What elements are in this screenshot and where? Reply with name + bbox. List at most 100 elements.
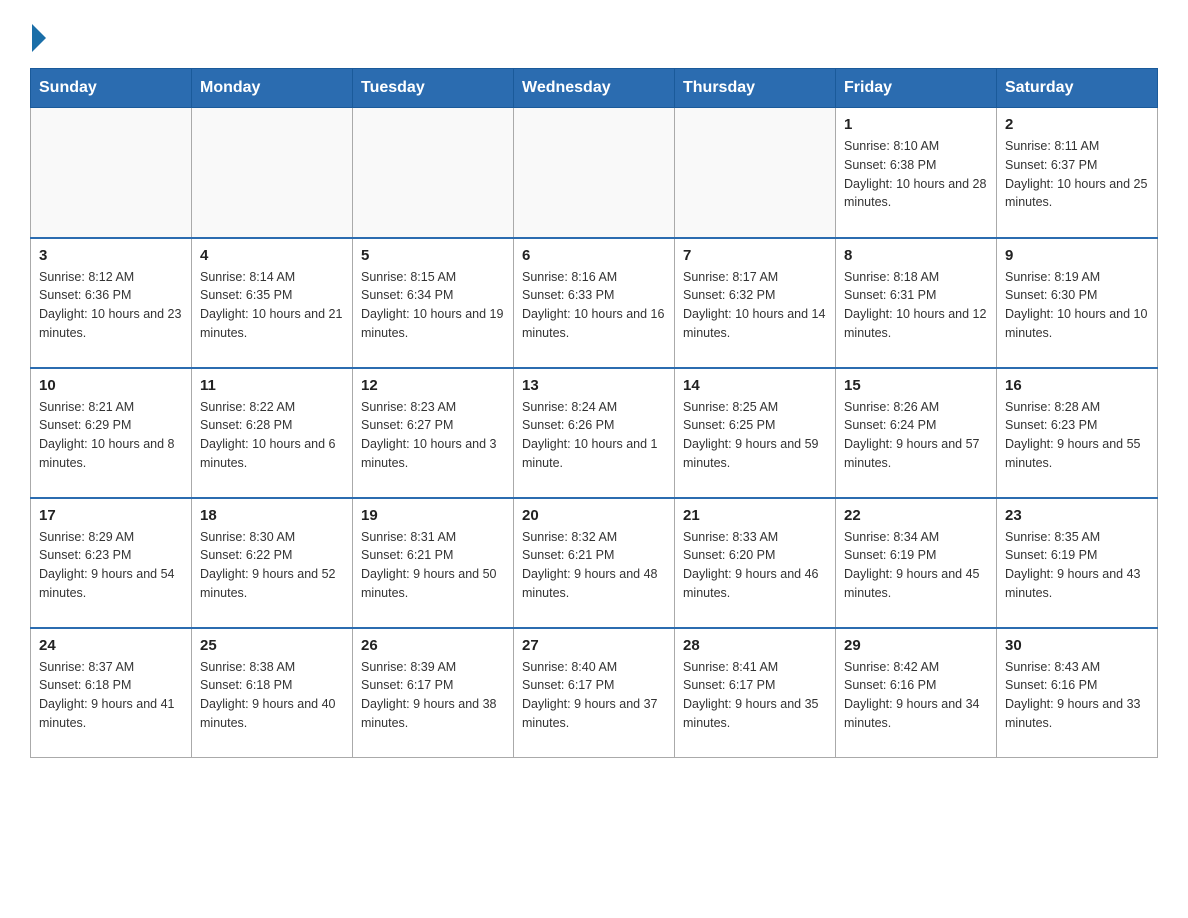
day-info: Sunrise: 8:18 AM Sunset: 6:31 PM Dayligh…	[844, 268, 988, 343]
day-number: 21	[683, 507, 827, 524]
day-info: Sunrise: 8:28 AM Sunset: 6:23 PM Dayligh…	[1005, 398, 1149, 473]
day-info: Sunrise: 8:26 AM Sunset: 6:24 PM Dayligh…	[844, 398, 988, 473]
day-info: Sunrise: 8:39 AM Sunset: 6:17 PM Dayligh…	[361, 658, 505, 733]
day-number: 24	[39, 637, 183, 654]
day-number: 12	[361, 377, 505, 394]
day-info: Sunrise: 8:12 AM Sunset: 6:36 PM Dayligh…	[39, 268, 183, 343]
day-number: 16	[1005, 377, 1149, 394]
calendar-cell	[353, 108, 514, 238]
calendar-cell	[514, 108, 675, 238]
calendar-cell: 27 Sunrise: 8:40 AM Sunset: 6:17 PM Dayli…	[514, 628, 675, 758]
calendar-cell: 9Sunrise: 8:19 AM Sunset: 6:30 PM Daylig…	[997, 238, 1158, 368]
day-info: Sunrise: 8:37 AM Sunset: 6:18 PM Dayligh…	[39, 658, 183, 733]
day-number: 27	[522, 637, 666, 654]
calendar-cell: 19Sunrise: 8:31 AM Sunset: 6:21 PM Dayli…	[353, 498, 514, 628]
calendar-cell: 15 Sunrise: 8:26 AM Sunset: 6:24 PM Dayli…	[836, 368, 997, 498]
column-header-sunday: Sunday	[31, 69, 192, 108]
calendar-cell: 17 Sunrise: 8:29 AM Sunset: 6:23 PM Dayli…	[31, 498, 192, 628]
calendar-week-row: 24 Sunrise: 8:37 AM Sunset: 6:18 PM Dayli…	[31, 628, 1158, 758]
day-number: 17	[39, 507, 183, 524]
day-number: 23	[1005, 507, 1149, 524]
day-info: Sunrise: 8:40 AM Sunset: 6:17 PM Dayligh…	[522, 658, 666, 733]
day-info: Sunrise: 8:35 AM Sunset: 6:19 PM Dayligh…	[1005, 528, 1149, 603]
column-header-wednesday: Wednesday	[514, 69, 675, 108]
day-number: 4	[200, 247, 344, 264]
day-info: Sunrise: 8:25 AM Sunset: 6:25 PM Dayligh…	[683, 398, 827, 473]
calendar-cell: 10 Sunrise: 8:21 AM Sunset: 6:29 PM Dayli…	[31, 368, 192, 498]
column-header-thursday: Thursday	[675, 69, 836, 108]
day-info: Sunrise: 8:22 AM Sunset: 6:28 PM Dayligh…	[200, 398, 344, 473]
calendar-week-row: 17 Sunrise: 8:29 AM Sunset: 6:23 PM Dayli…	[31, 498, 1158, 628]
day-number: 13	[522, 377, 666, 394]
calendar-cell: 20 Sunrise: 8:32 AM Sunset: 6:21 PM Dayli…	[514, 498, 675, 628]
day-info: Sunrise: 8:30 AM Sunset: 6:22 PM Dayligh…	[200, 528, 344, 603]
calendar-week-row: 1 Sunrise: 8:10 AM Sunset: 6:38 PM Daylig…	[31, 108, 1158, 238]
day-number: 8	[844, 247, 988, 264]
day-info: Sunrise: 8:23 AM Sunset: 6:27 PM Dayligh…	[361, 398, 505, 473]
calendar-cell: 13 Sunrise: 8:24 AM Sunset: 6:26 PM Dayli…	[514, 368, 675, 498]
calendar-cell: 2Sunrise: 8:11 AM Sunset: 6:37 PM Daylig…	[997, 108, 1158, 238]
day-info: Sunrise: 8:24 AM Sunset: 6:26 PM Dayligh…	[522, 398, 666, 473]
calendar-cell: 29 Sunrise: 8:42 AM Sunset: 6:16 PM Dayli…	[836, 628, 997, 758]
day-number: 20	[522, 507, 666, 524]
calendar-cell: 24 Sunrise: 8:37 AM Sunset: 6:18 PM Dayli…	[31, 628, 192, 758]
calendar-cell: 21 Sunrise: 8:33 AM Sunset: 6:20 PM Dayli…	[675, 498, 836, 628]
calendar-table: SundayMondayTuesdayWednesdayThursdayFrid…	[30, 68, 1158, 758]
day-info: Sunrise: 8:32 AM Sunset: 6:21 PM Dayligh…	[522, 528, 666, 603]
page-header	[30, 20, 1158, 48]
calendar-cell: 23 Sunrise: 8:35 AM Sunset: 6:19 PM Dayli…	[997, 498, 1158, 628]
calendar-week-row: 10 Sunrise: 8:21 AM Sunset: 6:29 PM Dayli…	[31, 368, 1158, 498]
day-number: 6	[522, 247, 666, 264]
day-info: Sunrise: 8:19 AM Sunset: 6:30 PM Dayligh…	[1005, 268, 1149, 343]
column-header-monday: Monday	[192, 69, 353, 108]
column-header-tuesday: Tuesday	[353, 69, 514, 108]
day-info: Sunrise: 8:14 AM Sunset: 6:35 PM Dayligh…	[200, 268, 344, 343]
day-info: Sunrise: 8:43 AM Sunset: 6:16 PM Dayligh…	[1005, 658, 1149, 733]
day-number: 10	[39, 377, 183, 394]
logo-arrow-icon	[32, 24, 46, 52]
calendar-header-row: SundayMondayTuesdayWednesdayThursdayFrid…	[31, 69, 1158, 108]
calendar-cell: 6 Sunrise: 8:16 AM Sunset: 6:33 PM Daylig…	[514, 238, 675, 368]
calendar-cell: 3 Sunrise: 8:12 AM Sunset: 6:36 PM Daylig…	[31, 238, 192, 368]
calendar-week-row: 3 Sunrise: 8:12 AM Sunset: 6:36 PM Daylig…	[31, 238, 1158, 368]
logo	[30, 20, 46, 48]
calendar-cell: 8 Sunrise: 8:18 AM Sunset: 6:31 PM Daylig…	[836, 238, 997, 368]
calendar-cell: 5 Sunrise: 8:15 AM Sunset: 6:34 PM Daylig…	[353, 238, 514, 368]
calendar-cell: 16 Sunrise: 8:28 AM Sunset: 6:23 PM Dayli…	[997, 368, 1158, 498]
day-number: 26	[361, 637, 505, 654]
day-info: Sunrise: 8:10 AM Sunset: 6:38 PM Dayligh…	[844, 137, 988, 212]
column-header-friday: Friday	[836, 69, 997, 108]
calendar-cell: 4 Sunrise: 8:14 AM Sunset: 6:35 PM Daylig…	[192, 238, 353, 368]
calendar-cell: 7 Sunrise: 8:17 AM Sunset: 6:32 PM Daylig…	[675, 238, 836, 368]
day-info: Sunrise: 8:15 AM Sunset: 6:34 PM Dayligh…	[361, 268, 505, 343]
day-number: 15	[844, 377, 988, 394]
day-info: Sunrise: 8:29 AM Sunset: 6:23 PM Dayligh…	[39, 528, 183, 603]
day-number: 1	[844, 116, 988, 133]
day-info: Sunrise: 8:42 AM Sunset: 6:16 PM Dayligh…	[844, 658, 988, 733]
day-info: Sunrise: 8:17 AM Sunset: 6:32 PM Dayligh…	[683, 268, 827, 343]
day-number: 7	[683, 247, 827, 264]
day-number: 22	[844, 507, 988, 524]
day-number: 28	[683, 637, 827, 654]
calendar-cell: 14 Sunrise: 8:25 AM Sunset: 6:25 PM Dayli…	[675, 368, 836, 498]
calendar-cell: 1 Sunrise: 8:10 AM Sunset: 6:38 PM Daylig…	[836, 108, 997, 238]
calendar-cell: 28 Sunrise: 8:41 AM Sunset: 6:17 PM Dayli…	[675, 628, 836, 758]
day-number: 3	[39, 247, 183, 264]
day-info: Sunrise: 8:41 AM Sunset: 6:17 PM Dayligh…	[683, 658, 827, 733]
day-number: 14	[683, 377, 827, 394]
calendar-cell: 26 Sunrise: 8:39 AM Sunset: 6:17 PM Dayli…	[353, 628, 514, 758]
day-number: 29	[844, 637, 988, 654]
day-info: Sunrise: 8:33 AM Sunset: 6:20 PM Dayligh…	[683, 528, 827, 603]
calendar-cell: 22 Sunrise: 8:34 AM Sunset: 6:19 PM Dayli…	[836, 498, 997, 628]
day-number: 30	[1005, 637, 1149, 654]
day-number: 18	[200, 507, 344, 524]
day-number: 19	[361, 507, 505, 524]
calendar-cell: 11Sunrise: 8:22 AM Sunset: 6:28 PM Dayli…	[192, 368, 353, 498]
day-number: 5	[361, 247, 505, 264]
calendar-cell: 12 Sunrise: 8:23 AM Sunset: 6:27 PM Dayli…	[353, 368, 514, 498]
day-info: Sunrise: 8:16 AM Sunset: 6:33 PM Dayligh…	[522, 268, 666, 343]
day-info: Sunrise: 8:34 AM Sunset: 6:19 PM Dayligh…	[844, 528, 988, 603]
day-info: Sunrise: 8:21 AM Sunset: 6:29 PM Dayligh…	[39, 398, 183, 473]
day-info: Sunrise: 8:38 AM Sunset: 6:18 PM Dayligh…	[200, 658, 344, 733]
calendar-cell: 30 Sunrise: 8:43 AM Sunset: 6:16 PM Dayli…	[997, 628, 1158, 758]
